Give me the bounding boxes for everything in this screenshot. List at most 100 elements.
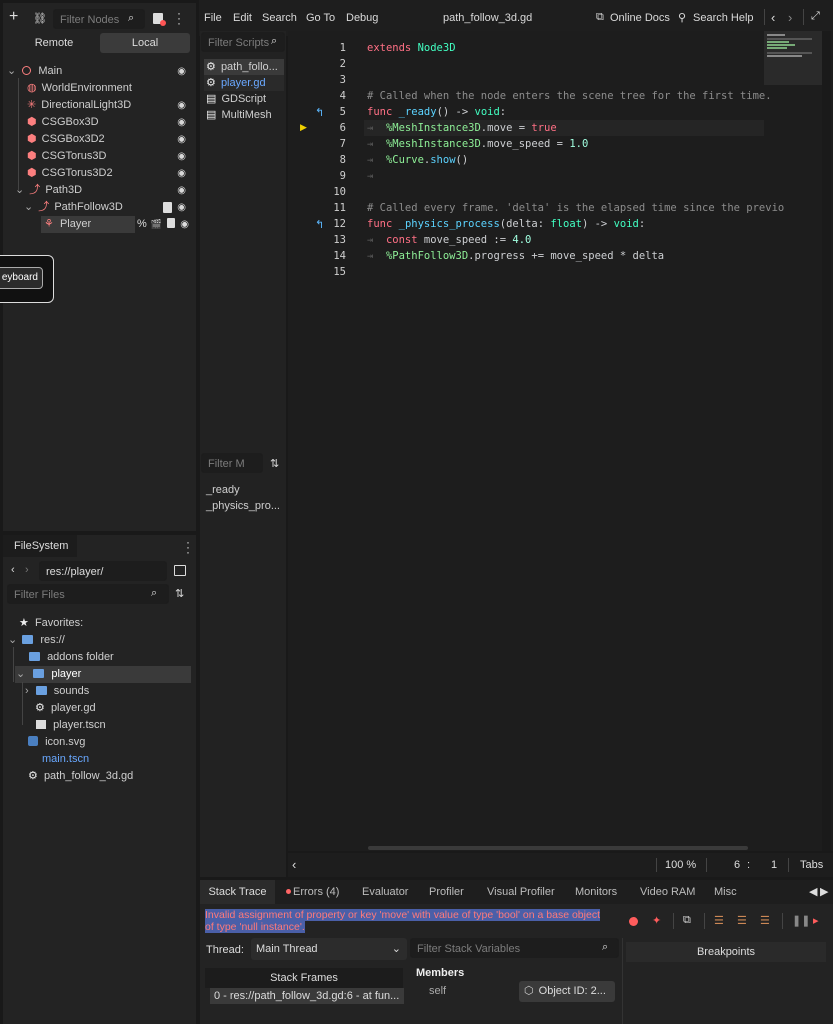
prev-script-icon[interactable]: ‹ bbox=[771, 10, 775, 25]
script-item[interactable]: ⚙ path_follo... bbox=[204, 59, 284, 75]
bug-icon[interactable]: ✦ bbox=[652, 914, 661, 927]
kebab-menu-icon[interactable]: · · · bbox=[177, 7, 181, 29]
fs-player-tscn[interactable]: player.tscn bbox=[3, 717, 195, 734]
collapse-arrow-icon[interactable]: ⌄ bbox=[7, 65, 16, 77]
fs-res[interactable]: ⌄ res:// bbox=[3, 632, 195, 649]
online-docs-button[interactable]: Online Docs bbox=[610, 12, 670, 24]
tree-node-csgbox3d[interactable]: ⬢ CSGBox3D ◉ bbox=[27, 114, 192, 131]
distraction-free-icon[interactable]: ⤢ bbox=[811, 10, 820, 23]
override-method-icon[interactable]: ↰ bbox=[315, 106, 324, 119]
code-editor[interactable]: 1 2 3 4 5 6 7 8 9 10 11 12 13 14 15 ↰ ↰ … bbox=[288, 31, 833, 851]
filter-stack-vars-input[interactable]: Filter Stack Variables bbox=[410, 938, 619, 958]
method-item[interactable]: _ready bbox=[206, 484, 240, 496]
tree-node-csgtorus3d[interactable]: ⬢ CSGTorus3D ◉ bbox=[27, 148, 192, 165]
search-help-button[interactable]: Search Help bbox=[693, 12, 754, 24]
tree-node-pathfollow3d[interactable]: ⌄ ⤴ PathFollow3D ◉ bbox=[24, 199, 192, 216]
clapperboard-icon[interactable]: 🎬 bbox=[151, 219, 162, 229]
minimap[interactable] bbox=[764, 31, 822, 85]
tab-profiler[interactable]: Profiler bbox=[429, 880, 464, 904]
filesystem-tab[interactable]: FileSystem bbox=[3, 535, 77, 557]
fs-path-follow-gd[interactable]: ⚙ path_follow_3d.gd bbox=[3, 768, 195, 785]
fs-icon-svg[interactable]: icon.svg bbox=[3, 734, 195, 751]
visibility-eye-icon[interactable]: ◉ bbox=[177, 131, 186, 148]
sort-icon[interactable]: ⇅ bbox=[270, 457, 279, 470]
visibility-eye-icon[interactable]: ◉ bbox=[177, 97, 186, 114]
expand-arrow-icon[interactable]: › bbox=[25, 685, 29, 697]
tree-node-main[interactable]: ⌄ Main ◉ bbox=[7, 63, 192, 80]
step-out-icon[interactable]: ☰ bbox=[760, 914, 770, 927]
stack-frame-row[interactable]: 0 - res://path_follow_3d.gd:6 - at fun..… bbox=[210, 988, 404, 1004]
visibility-eye-icon[interactable]: ◉ bbox=[177, 165, 186, 182]
kebab-menu-icon[interactable]: · · · bbox=[186, 536, 190, 558]
local-tab[interactable]: Local bbox=[100, 33, 190, 53]
sort-icon[interactable]: ⇅ bbox=[175, 587, 184, 600]
script-item[interactable]: ▤ GDScript bbox=[204, 91, 284, 107]
script-item[interactable]: ⚙ player.gd bbox=[204, 75, 284, 91]
path-field[interactable]: res://player/ bbox=[39, 561, 167, 581]
tabs-scroll-right-icon[interactable]: ▶ bbox=[820, 885, 828, 898]
collapse-arrow-icon[interactable]: ⌄ bbox=[16, 668, 25, 680]
tree-node-worldenvironment[interactable]: ◍ WorldEnvironment bbox=[27, 80, 192, 97]
tab-stack-trace[interactable]: Stack Trace bbox=[200, 880, 275, 904]
fs-addons-folder[interactable]: addons folder bbox=[3, 649, 195, 666]
menu-goto[interactable]: Go To bbox=[306, 12, 335, 24]
visibility-eye-icon[interactable]: ◉ bbox=[177, 199, 186, 216]
filter-methods-input[interactable]: Filter M bbox=[201, 453, 263, 473]
zoom-level[interactable]: 100 % bbox=[665, 853, 696, 877]
fs-favorites[interactable]: ★ Favorites: bbox=[3, 615, 195, 632]
menu-debug[interactable]: Debug bbox=[346, 12, 378, 24]
visibility-eye-icon[interactable]: ◉ bbox=[177, 63, 186, 80]
continue-icon[interactable]: ▸ bbox=[813, 914, 819, 927]
indent-mode[interactable]: Tabs bbox=[800, 853, 823, 877]
fs-player-folder[interactable]: ⌄ player bbox=[15, 666, 191, 683]
tab-monitors[interactable]: Monitors bbox=[575, 880, 617, 904]
tree-node-csgtorus3d2[interactable]: ⬢ CSGTorus3D2 ◉ bbox=[27, 165, 192, 182]
fs-sounds-folder[interactable]: › sounds bbox=[3, 683, 195, 700]
fs-player-gd[interactable]: ⚙ player.gd bbox=[3, 700, 195, 717]
next-script-icon[interactable]: › bbox=[788, 10, 792, 25]
tab-video-ram[interactable]: Video RAM bbox=[640, 880, 695, 904]
script-icon[interactable] bbox=[167, 218, 176, 228]
script-icon[interactable] bbox=[163, 202, 172, 213]
tab-misc[interactable]: Misc bbox=[714, 880, 737, 904]
tab-evaluator[interactable]: Evaluator bbox=[362, 880, 408, 904]
search-icon: ⌕ bbox=[128, 12, 135, 24]
pause-icon[interactable]: ❚❚ bbox=[792, 914, 810, 927]
filter-files-input[interactable]: Filter Files bbox=[7, 584, 169, 604]
forward-arrow-icon[interactable]: › bbox=[25, 564, 29, 576]
collapse-arrow-icon[interactable]: ⌄ bbox=[24, 201, 33, 213]
method-item[interactable]: _physics_pro... bbox=[206, 500, 280, 512]
tab-visual-profiler[interactable]: Visual Profiler bbox=[487, 880, 555, 904]
visibility-eye-icon[interactable]: ◉ bbox=[177, 148, 186, 165]
tabs-scroll-left-icon[interactable]: ◀ bbox=[809, 885, 817, 898]
menu-file[interactable]: File bbox=[204, 12, 222, 24]
tree-node-path3d[interactable]: ⌄ ⤴ Path3D ◉ bbox=[15, 182, 192, 199]
visibility-eye-icon[interactable]: ◉ bbox=[177, 114, 186, 131]
step-into-icon[interactable]: ☰ bbox=[714, 914, 724, 927]
visibility-eye-icon[interactable]: ◉ bbox=[177, 182, 186, 199]
script-item[interactable]: ▤ MultiMesh bbox=[204, 107, 284, 123]
object-id-button[interactable]: ⬡ Object ID: 2... bbox=[519, 981, 615, 1002]
override-method-icon[interactable]: ↰ bbox=[315, 218, 324, 231]
back-arrow-icon[interactable]: ‹ bbox=[11, 564, 15, 576]
thread-select[interactable]: Main Thread ⌄ bbox=[251, 938, 407, 960]
tree-node-csgbox3d2[interactable]: ⬢ CSGBox3D2 ◉ bbox=[27, 131, 192, 148]
menu-search[interactable]: Search bbox=[262, 12, 297, 24]
step-over-icon[interactable]: ☰ bbox=[737, 914, 747, 927]
collapse-arrow-icon[interactable]: ⌄ bbox=[8, 634, 17, 646]
horizontal-scrollbar[interactable] bbox=[368, 846, 748, 850]
scroll-left-icon[interactable]: ‹ bbox=[292, 853, 296, 877]
collapse-arrow-icon[interactable]: ⌄ bbox=[15, 184, 24, 196]
tab-errors[interactable]: Errors (4) bbox=[286, 880, 339, 904]
link-icon[interactable]: ⛓ bbox=[33, 12, 47, 25]
fs-main-tscn[interactable]: main.tscn bbox=[3, 751, 195, 768]
tree-node-directionallight3d[interactable]: ✳ DirectionalLight3D ◉ bbox=[27, 97, 192, 114]
visibility-eye-icon[interactable]: ◉ bbox=[180, 219, 189, 230]
split-view-icon[interactable] bbox=[174, 565, 186, 576]
add-node-button[interactable]: + bbox=[9, 9, 25, 26]
remote-tab[interactable]: Remote bbox=[9, 33, 99, 53]
fs-guide-line bbox=[13, 647, 14, 682]
copy-error-icon[interactable]: ⧉ bbox=[683, 914, 691, 927]
menu-edit[interactable]: Edit bbox=[233, 12, 252, 24]
break-record-icon[interactable] bbox=[629, 917, 638, 926]
